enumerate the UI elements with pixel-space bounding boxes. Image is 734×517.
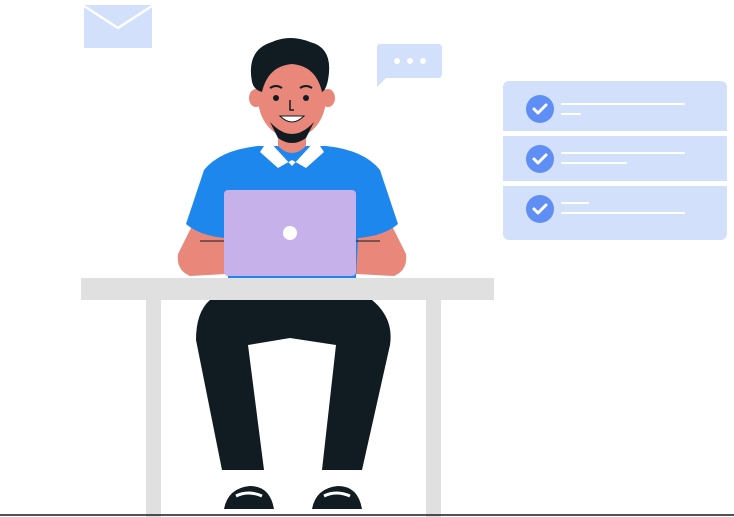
- laptop-logo: [283, 226, 297, 240]
- desk-leg-right: [426, 300, 441, 517]
- checkmark-icon: [526, 145, 554, 173]
- checklist-item: [503, 186, 727, 240]
- shoe-right: [312, 486, 362, 509]
- shoe-left: [224, 486, 274, 509]
- checklist-card: [503, 81, 727, 240]
- desk-top: [81, 278, 494, 300]
- checkmark-icon: [526, 195, 554, 223]
- checklist-item: [503, 136, 727, 181]
- person-at-desk-illustration: [0, 38, 734, 517]
- pants: [196, 300, 391, 470]
- checkmark-icon: [526, 95, 554, 123]
- checklist-item: [503, 81, 727, 131]
- desk-leg-left: [146, 300, 161, 517]
